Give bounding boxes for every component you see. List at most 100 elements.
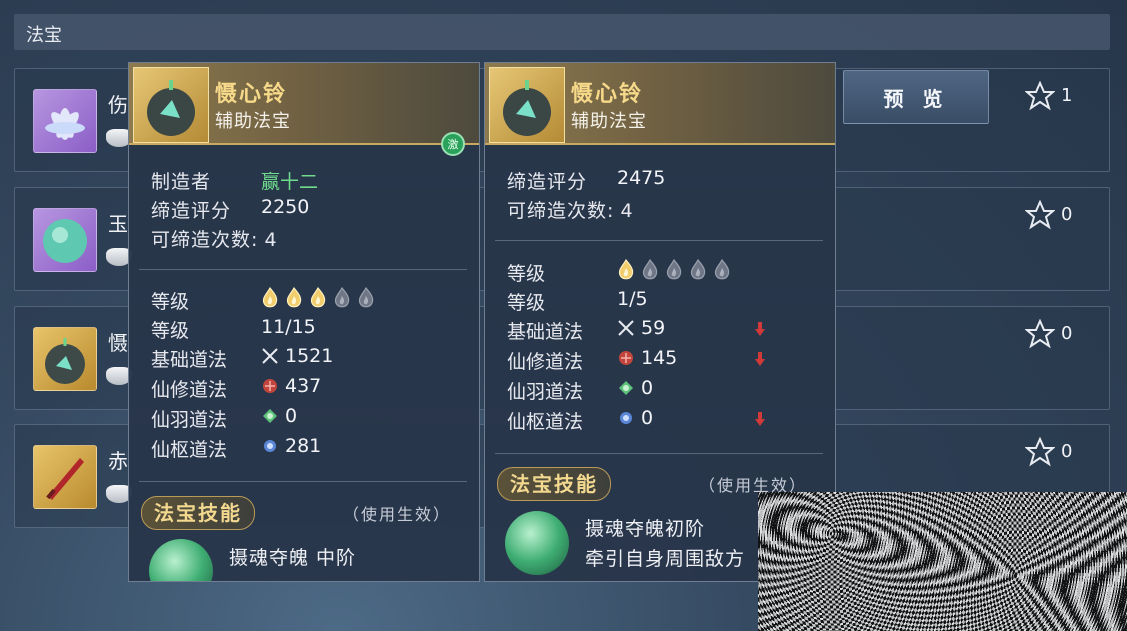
stat-label: 仙羽道法 bbox=[151, 409, 228, 431]
item-title: 慑心铃 bbox=[215, 82, 288, 107]
skill-header: 法宝技能 bbox=[141, 496, 255, 530]
level-value: 1/5 bbox=[617, 288, 648, 310]
red-emblem-icon bbox=[263, 379, 277, 393]
green-feather-icon bbox=[263, 409, 277, 423]
maker-label: 制造者 bbox=[151, 171, 212, 193]
flame-empty-icon bbox=[357, 286, 375, 313]
stat-value-row: 437 bbox=[261, 375, 321, 397]
red-sword-icon bbox=[33, 445, 97, 509]
skill-name: 摄魂夺魄初阶 bbox=[585, 518, 706, 540]
stat-label: 基础道法 bbox=[507, 321, 584, 343]
skill-description: 牵引自身周围敌方 bbox=[585, 548, 746, 570]
stat-label: 仙修道法 bbox=[151, 379, 228, 401]
times-label: 可缔造次数: bbox=[151, 229, 259, 251]
level-value: 11/15 bbox=[261, 316, 316, 338]
flame-empty-icon bbox=[333, 286, 351, 313]
flame-empty-icon bbox=[665, 258, 683, 285]
level-label: 等级 bbox=[507, 263, 546, 285]
green-feather-icon bbox=[619, 381, 633, 395]
stat-label: 仙修道法 bbox=[507, 351, 584, 373]
times-row: 可缔造次数: 4 bbox=[507, 196, 633, 223]
stat-value: 145 bbox=[641, 347, 678, 369]
equipped-item-tooltip: 慑心铃 辅助法宝 激 制造者 赢十二 缔造评分 2250 可缔造次数: 4 等级… bbox=[128, 62, 480, 582]
item-type: 辅助法宝 bbox=[571, 111, 647, 132]
stat-value-row: 145 bbox=[617, 347, 677, 369]
level-label-2: 等级 bbox=[507, 292, 546, 314]
item-title: 慑心铃 bbox=[571, 82, 644, 107]
times-label: 可缔造次数: bbox=[507, 200, 615, 222]
divider bbox=[495, 453, 823, 454]
maker-row: 制造者 bbox=[151, 167, 211, 194]
star-icon[interactable] bbox=[1025, 437, 1055, 467]
score-row: 缔造评分 bbox=[507, 167, 587, 194]
level-label: 等级 bbox=[151, 291, 190, 313]
level-flames bbox=[261, 286, 381, 313]
stat-value-row: 0 bbox=[617, 377, 653, 399]
red-emblem-icon bbox=[619, 351, 633, 365]
jade-orb-icon bbox=[33, 208, 97, 272]
decrease-arrow-icon bbox=[755, 321, 765, 336]
flame-empty-icon bbox=[641, 258, 659, 285]
stat-label: 仙羽道法 bbox=[507, 381, 584, 403]
stat-value: 59 bbox=[641, 317, 666, 339]
star-count: 0 bbox=[1061, 441, 1073, 462]
stat-value-row: 59 bbox=[617, 317, 665, 339]
bell-orb-icon bbox=[489, 67, 565, 143]
noise-overlay bbox=[758, 492, 1127, 631]
maker-value: 赢十二 bbox=[261, 171, 319, 193]
star-icon[interactable] bbox=[1025, 81, 1055, 111]
tooltip-header: 慑心铃 辅助法宝 bbox=[485, 63, 835, 145]
star-count: 0 bbox=[1061, 204, 1073, 225]
stat-value: 437 bbox=[285, 375, 322, 397]
stat-label: 基础道法 bbox=[151, 349, 228, 371]
stat-value-row: 281 bbox=[261, 435, 321, 457]
item-name: 慑 bbox=[108, 331, 128, 355]
times-value: 4 bbox=[620, 200, 633, 222]
level-flames bbox=[617, 258, 737, 285]
stat-value: 281 bbox=[285, 435, 322, 457]
star-icon[interactable] bbox=[1025, 319, 1055, 349]
bell-orb-icon bbox=[133, 67, 209, 143]
flame-filled-icon bbox=[285, 286, 303, 313]
stat-value: 0 bbox=[641, 407, 654, 429]
stat-value: 0 bbox=[285, 405, 298, 427]
level-label-2: 等级 bbox=[151, 320, 190, 342]
lotus-icon bbox=[33, 89, 97, 153]
flame-filled-icon bbox=[309, 286, 327, 313]
bell-orb-icon bbox=[33, 327, 97, 391]
flame-empty-icon bbox=[689, 258, 707, 285]
tooltip-header: 慑心铃 辅助法宝 bbox=[129, 63, 479, 145]
stat-value: 1521 bbox=[285, 345, 334, 367]
score-label: 缔造评分 bbox=[151, 200, 232, 222]
divider bbox=[139, 269, 467, 270]
page-title: 法宝 bbox=[26, 25, 62, 46]
blue-lotus-icon bbox=[620, 412, 632, 424]
score-row: 缔造评分 bbox=[151, 196, 231, 223]
stat-value-row: 0 bbox=[261, 405, 297, 427]
skill-header: 法宝技能 bbox=[497, 467, 611, 501]
star-count: 0 bbox=[1061, 323, 1073, 344]
star-count: 1 bbox=[1061, 85, 1073, 106]
flame-empty-icon bbox=[713, 258, 731, 285]
item-name: 赤 bbox=[108, 449, 128, 473]
item-type: 辅助法宝 bbox=[215, 111, 291, 132]
times-value: 4 bbox=[264, 229, 277, 251]
skill-note: （使用生效） bbox=[343, 505, 452, 524]
preview-button[interactable]: 预 览 bbox=[843, 70, 989, 124]
item-name: 伤 bbox=[108, 93, 128, 117]
skill-orb-icon bbox=[149, 539, 213, 581]
star-icon[interactable] bbox=[1025, 200, 1055, 230]
crossed-swords-icon bbox=[618, 320, 634, 336]
header-bar: 法宝 bbox=[14, 14, 1110, 50]
times-row: 可缔造次数: 4 bbox=[151, 225, 277, 252]
score-value: 2250 bbox=[261, 196, 310, 218]
stat-label: 仙枢道法 bbox=[151, 439, 228, 461]
stat-value: 0 bbox=[641, 377, 654, 399]
stat-value-row: 0 bbox=[617, 407, 653, 429]
crossed-swords-icon bbox=[262, 348, 278, 364]
flame-filled-icon bbox=[261, 286, 279, 313]
score-value: 2475 bbox=[617, 167, 666, 189]
decrease-arrow-icon bbox=[755, 351, 765, 366]
skill-orb-icon bbox=[505, 511, 569, 575]
activated-badge: 激 bbox=[441, 132, 465, 156]
